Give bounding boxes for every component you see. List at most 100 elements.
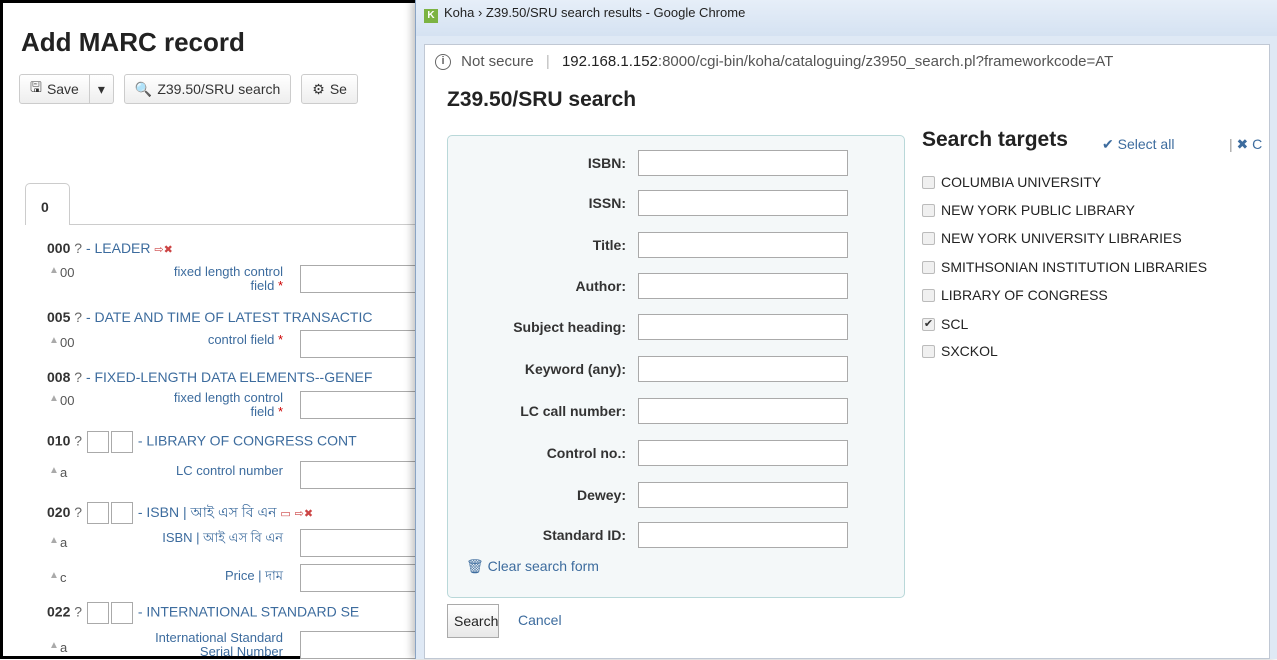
move-up-icon[interactable]: ▲ — [49, 465, 59, 476]
field-005: 005 ? - DATE AND TIME OF LATEST TRANSACT… — [47, 309, 372, 325]
required-mark: * — [277, 404, 283, 419]
help-link[interactable]: ? — [74, 504, 82, 520]
indicator-2-input[interactable] — [110, 431, 133, 453]
clear-search-form-label: Clear search form — [487, 558, 599, 574]
required-mark: * — [277, 278, 283, 293]
save-dropdown-button[interactable]: ▾ — [89, 74, 114, 104]
indicator-1-input[interactable] — [86, 502, 109, 525]
subfield-input[interactable] — [300, 631, 430, 659]
subfield-input[interactable] — [300, 330, 430, 358]
indicator-1-input[interactable] — [86, 602, 109, 624]
field-description[interactable]: - LIBRARY OF CONGRESS CONT — [138, 433, 357, 449]
cancel-link[interactable]: Cancel — [518, 612, 562, 628]
target-name: SXCKOL — [941, 343, 998, 359]
target-checkbox[interactable] — [922, 344, 935, 358]
save-button-label: Save — [46, 81, 79, 97]
subfield-code: 00 — [60, 393, 75, 408]
move-up-icon[interactable]: ▲ — [49, 640, 59, 651]
move-up-icon[interactable]: ▲ — [49, 570, 59, 581]
info-icon[interactable]: i — [435, 54, 451, 71]
help-link[interactable]: ? — [74, 369, 82, 385]
subject-input[interactable] — [638, 314, 848, 340]
help-link[interactable]: ? — [74, 309, 82, 325]
issn-input[interactable] — [638, 190, 848, 216]
move-up-icon[interactable]: ▲ — [49, 335, 59, 346]
target-checkbox[interactable] — [922, 288, 935, 302]
target-scl[interactable]: ✔ SCL — [922, 316, 968, 332]
field-description[interactable]: - ISBN | আই এস বি এন — [138, 504, 277, 520]
field-tag: 000 — [47, 240, 71, 256]
target-loc[interactable]: LIBRARY OF CONGRESS — [922, 287, 1108, 303]
delete-field-icon[interactable]: ⇨✖ — [154, 244, 172, 256]
help-link[interactable]: ? — [74, 604, 82, 620]
isbn-input[interactable] — [638, 150, 848, 176]
subfield-label: International Standard Serial Number — [103, 631, 283, 659]
control-no-input[interactable] — [638, 440, 848, 466]
issn-label: ISSN: — [588, 195, 626, 211]
keyword-row: Keyword (any): — [448, 356, 906, 386]
target-checkbox-checked[interactable]: ✔ — [922, 317, 935, 331]
duplicate-field-icon[interactable]: ▭ — [280, 508, 290, 520]
subfield-label-line2: field — [250, 404, 275, 419]
title-row: Title: — [448, 232, 906, 262]
subject-row: Subject heading: — [448, 314, 906, 344]
subfield-code: a — [60, 640, 68, 655]
tab-bar-line — [70, 183, 430, 225]
field-tag: 010 — [47, 432, 71, 449]
field-tag: 008 — [47, 369, 71, 385]
field-description[interactable]: - INTERNATIONAL STANDARD SE — [138, 604, 359, 620]
title-input[interactable] — [638, 232, 848, 258]
search-button[interactable]: Search — [447, 604, 499, 638]
subfield-label: LC control number — [123, 464, 283, 478]
move-up-icon[interactable]: ▲ — [49, 535, 59, 546]
target-sxckol[interactable]: SXCKOL — [922, 343, 998, 359]
move-up-icon[interactable]: ▲ — [49, 393, 59, 404]
clear-all-link[interactable]: | ✖ C — [1229, 136, 1262, 153]
target-smithsonian[interactable]: SMITHSONIAN INSTITUTION LIBRARIES — [922, 259, 1207, 275]
subfield-label-line1: control field — [207, 332, 275, 347]
keyword-input[interactable] — [638, 356, 848, 382]
subfield-input[interactable] — [300, 265, 430, 293]
search-form: ISBN: ISSN: Title: Author: Subject headi… — [447, 135, 905, 598]
koha-favicon-icon: K — [424, 9, 438, 23]
select-all-label: Select all — [1117, 136, 1175, 152]
standard-id-input[interactable] — [638, 522, 848, 548]
lc-call-number-label: LC call number: — [520, 403, 626, 419]
indicator-2-input[interactable] — [110, 602, 133, 624]
address-bar[interactable]: i Not secure | 192.168.1.152:8000/cgi-bi… — [424, 44, 1270, 78]
lc-call-number-input[interactable] — [638, 398, 848, 424]
subfield-input[interactable] — [300, 529, 430, 557]
subfield-input[interactable] — [300, 391, 430, 419]
select-all-link[interactable]: ✔ Select all — [1102, 136, 1174, 153]
link-separator: | — [1229, 136, 1233, 152]
field-description[interactable]: - DATE AND TIME OF LATEST TRANSACTIC — [86, 309, 373, 325]
clear-search-form-link[interactable]: 🗑 Clear search form — [466, 558, 599, 575]
target-checkbox[interactable] — [922, 260, 935, 274]
settings-button[interactable]: ⚙ Se — [301, 74, 358, 104]
subfield-input[interactable] — [300, 564, 430, 592]
dewey-input[interactable] — [638, 482, 848, 508]
save-button[interactable]: 🖫 Save — [19, 74, 90, 104]
field-description[interactable]: - FIXED-LENGTH DATA ELEMENTS--GENEF — [86, 369, 373, 385]
target-columbia[interactable]: COLUMBIA UNIVERSITY — [922, 174, 1101, 190]
target-nypl[interactable]: NEW YORK PUBLIC LIBRARY — [922, 202, 1135, 218]
help-link[interactable]: ? — [74, 433, 82, 449]
indicator-2-input[interactable] — [110, 502, 133, 525]
z3950-search-button[interactable]: 🔍 Z39.50/SRU search — [123, 74, 292, 104]
target-checkbox[interactable] — [922, 203, 935, 217]
help-link[interactable]: ? — [74, 240, 82, 256]
move-up-icon[interactable]: ▲ — [49, 265, 59, 276]
indicator-1-input[interactable] — [86, 431, 109, 453]
target-name: COLUMBIA UNIVERSITY — [941, 174, 1102, 190]
target-checkbox[interactable] — [922, 175, 935, 189]
field-description[interactable]: - LEADER — [86, 240, 151, 256]
subfield-input[interactable] — [300, 461, 430, 489]
subfield-label-line1: Price | দাম — [224, 568, 283, 583]
target-checkbox[interactable] — [922, 231, 935, 245]
tab-0[interactable]: 0 — [25, 183, 70, 225]
target-nyu[interactable]: NEW YORK UNIVERSITY LIBRARIES — [922, 230, 1182, 246]
window-titlebar[interactable]: K Koha › Z39.50/SRU search results - Goo… — [416, 0, 1277, 36]
delete-field-icon[interactable]: ⇨✖ — [295, 508, 313, 520]
author-input[interactable] — [638, 273, 848, 299]
address-separator: | — [545, 53, 550, 70]
